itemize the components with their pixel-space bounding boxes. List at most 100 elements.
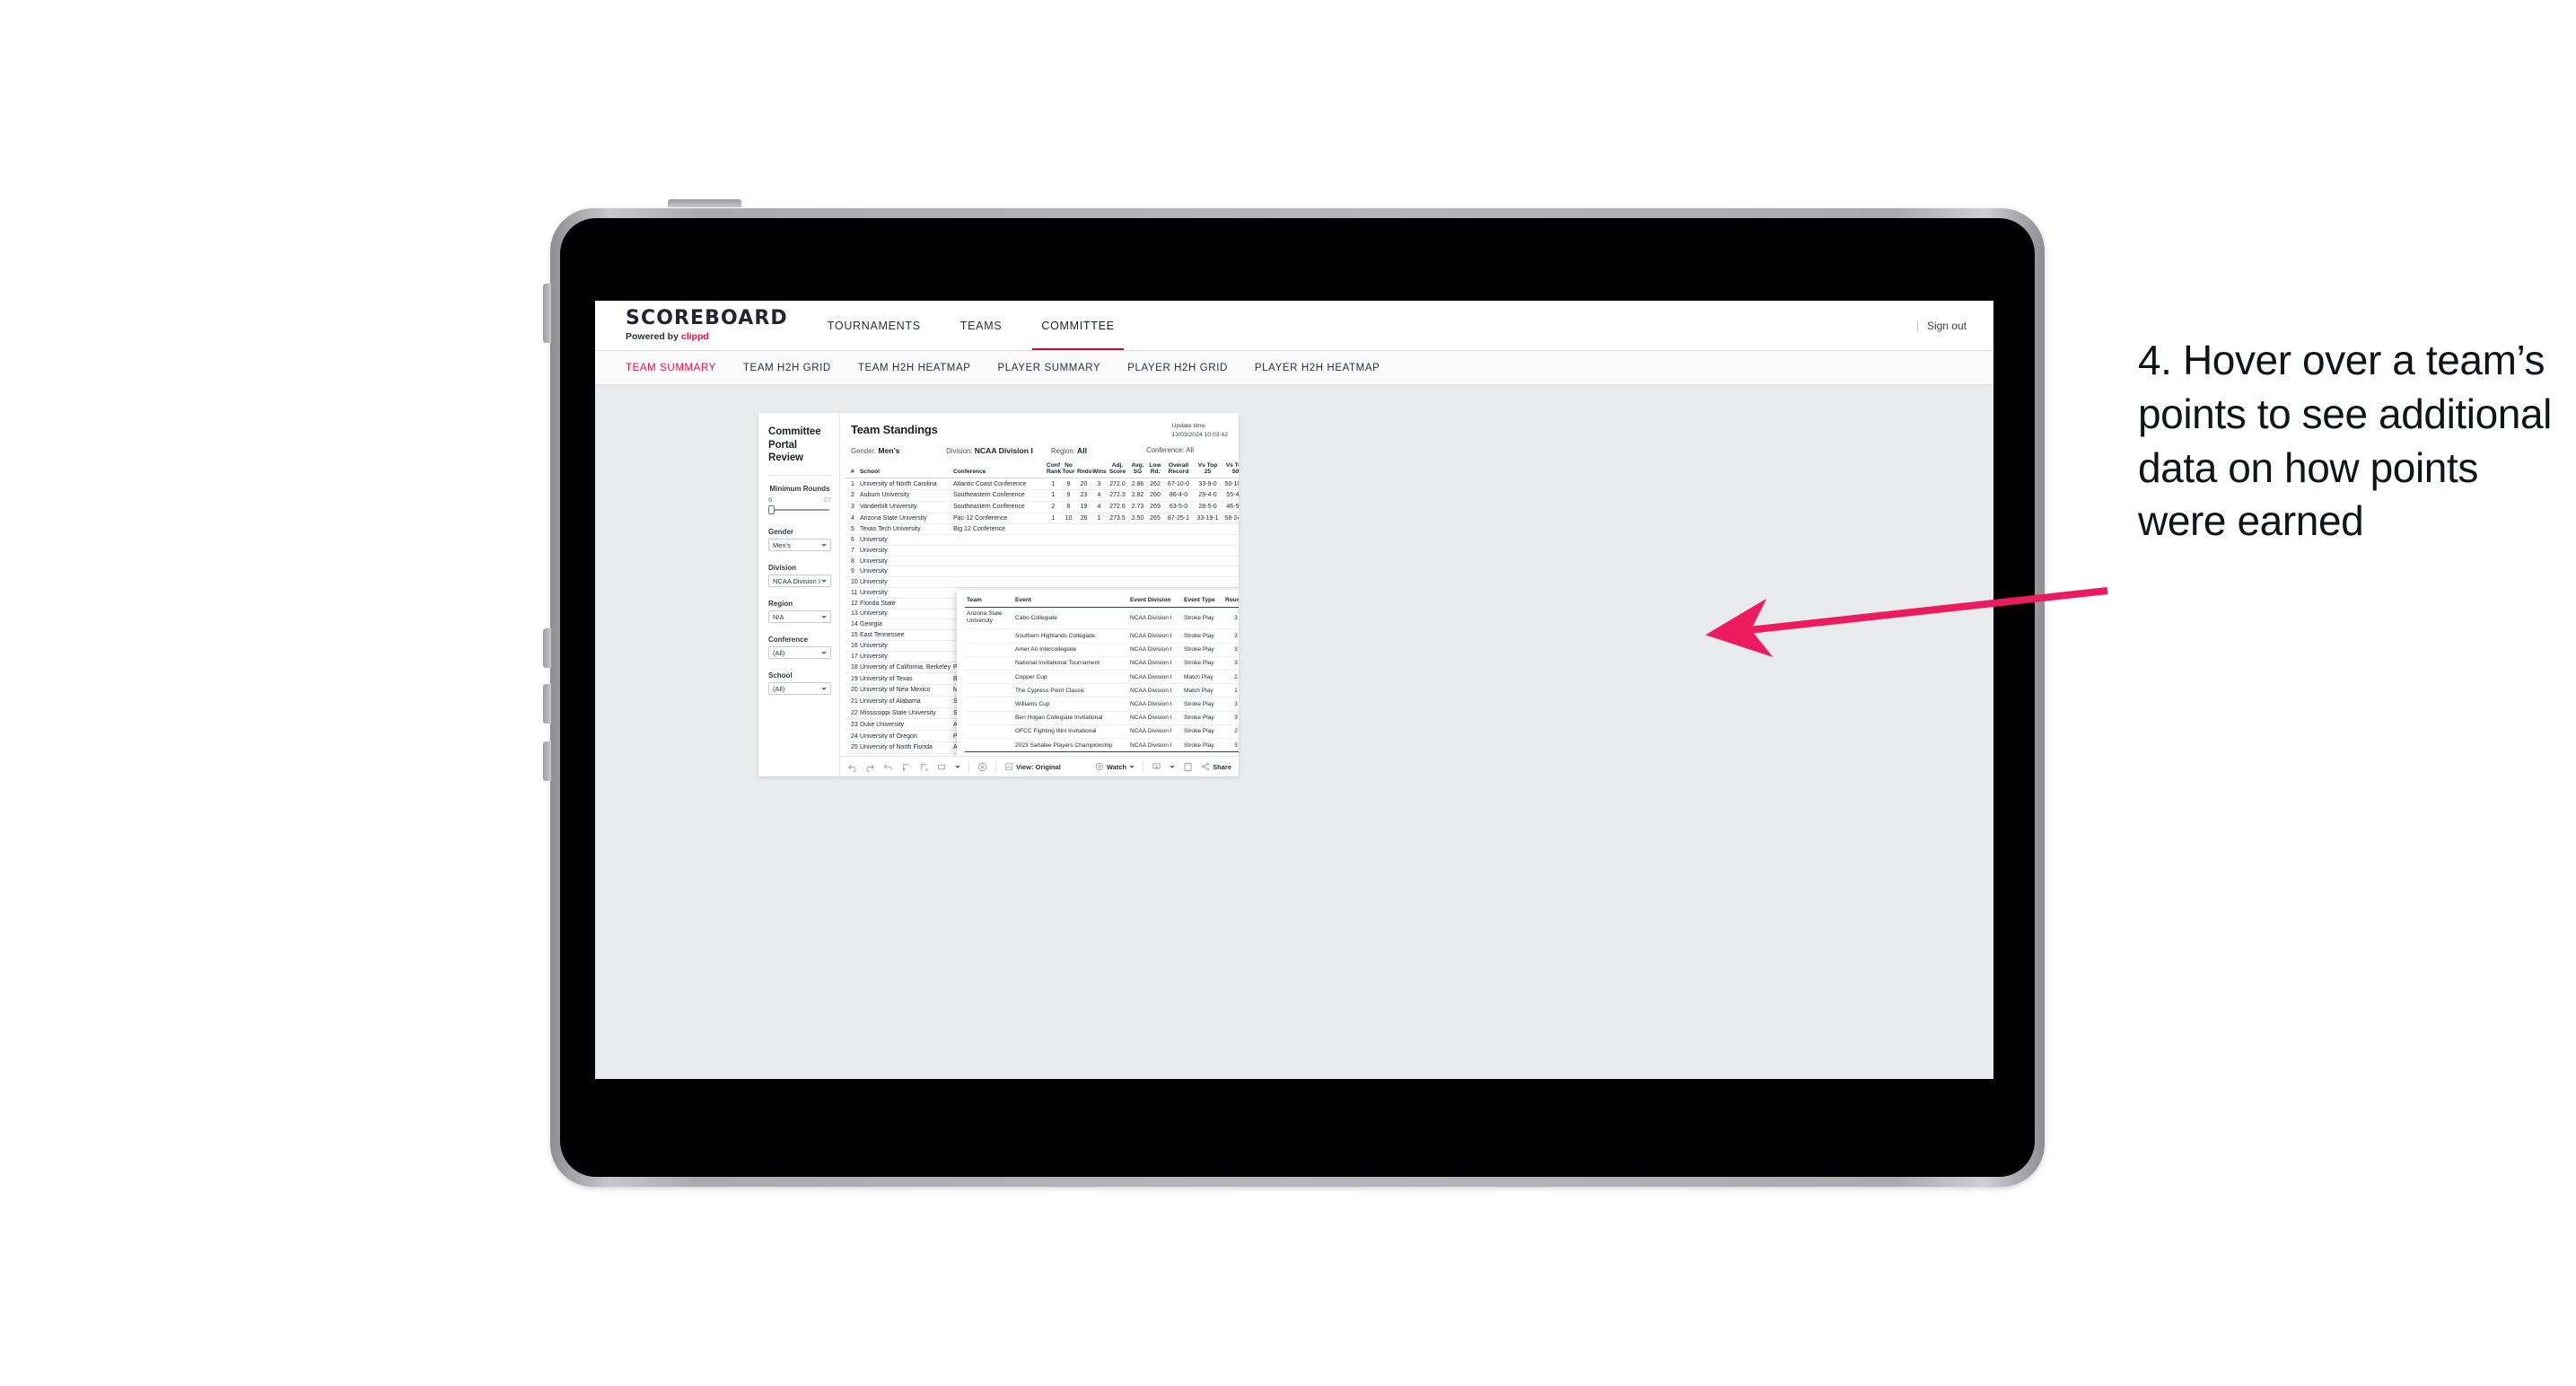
cell-wins [1091, 523, 1107, 536]
custom-view-chevron-down-icon[interactable] [955, 765, 960, 768]
table-row[interactable]: 6 University [846, 534, 1239, 546]
redo-icon[interactable] [865, 762, 875, 772]
cell-rank: 7 [846, 545, 859, 557]
cell-adj_score [1107, 556, 1128, 567]
col-rank[interactable]: # [846, 461, 859, 479]
cell-no_tour [1061, 523, 1076, 536]
tt-cell-rounds: 3 [1223, 711, 1239, 725]
cell-conf_rank [1046, 576, 1061, 589]
cell-school: Florida State [859, 598, 952, 610]
cell-rank: 13 [846, 609, 859, 620]
col-vs-top-25[interactable]: Vs Top 25 [1194, 461, 1222, 479]
tt-cell-team [965, 683, 1013, 698]
col-adj-score[interactable]: Adj. Score [1107, 461, 1128, 479]
tab-player-summary[interactable]: PLAYER SUMMARY [998, 363, 1101, 373]
cell-conference: Big 12 Conference [952, 523, 1046, 536]
tt-cell-event_type: Match Play [1182, 670, 1223, 685]
col-conf-rank[interactable]: Conf Rank [1046, 461, 1061, 479]
cell-school: Texas Tech University [859, 523, 952, 536]
tt-cell-rounds: 3 [1223, 656, 1239, 671]
fullscreen-icon[interactable] [1183, 762, 1193, 772]
tt-cell-event_type: Stroke Play [1182, 628, 1223, 644]
pause-auto-update-icon[interactable] [919, 762, 929, 772]
table-row[interactable]: 7 University [846, 545, 1239, 557]
brand-logo[interactable]: SCOREBOARD Powered by clippd [595, 301, 808, 350]
nav-item-teams[interactable]: TEAMS [941, 301, 1022, 350]
filter-conference-select[interactable]: (All) [768, 646, 831, 660]
table-row[interactable]: 2 Auburn University Southeastern Conferenc… [846, 489, 1239, 502]
min-rounds-slider[interactable] [768, 504, 831, 515]
tab-player-h2h-grid[interactable]: PLAYER H2H GRID [1127, 363, 1228, 373]
col-overall-record[interactable]: Overall Record [1163, 461, 1194, 479]
cell-rank: 10 [846, 576, 859, 589]
undo-icon[interactable] [847, 762, 857, 772]
filter-region-select[interactable]: N/A [768, 610, 831, 624]
col-school[interactable]: School [859, 461, 952, 479]
tt-cell-event_division: NCAA Division I [1128, 738, 1182, 753]
slider-handle[interactable] [768, 505, 775, 515]
custom-view-icon[interactable] [937, 762, 947, 772]
tab-player-h2h-heatmap[interactable]: PLAYER H2H HEATMAP [1255, 363, 1380, 373]
cell-vs_top_25 [1194, 556, 1222, 567]
volume-button-3[interactable] [543, 684, 551, 724]
cell-rank: 1 [846, 478, 859, 490]
clear-filter-icon[interactable] [977, 762, 987, 772]
table-row[interactable]: 4 Arizona State University Pac-12 Conferen… [846, 513, 1239, 525]
volume-button-4[interactable] [543, 741, 551, 781]
cell-vs_top_25 [1194, 576, 1222, 589]
cell-avg_sg [1128, 534, 1147, 546]
update-time-value: 13/03/2024 10:03:42 [1171, 431, 1228, 438]
tab-team-h2h-heatmap[interactable]: TEAM H2H HEATMAP [858, 363, 971, 373]
cell-rank: 14 [846, 618, 859, 631]
tt-col-event: Event [1013, 595, 1128, 608]
cell-adj_score [1107, 545, 1128, 557]
revert-icon[interactable] [883, 762, 893, 772]
download-icon[interactable] [1152, 762, 1161, 772]
col-conference[interactable]: Conference [952, 461, 1046, 479]
table-row[interactable]: 9 University [846, 566, 1239, 578]
cell-low_rd [1147, 576, 1163, 589]
view-original-button[interactable]: View: Original [1004, 762, 1061, 771]
sidebar-title: Committee Portal Review [768, 425, 831, 465]
table-row[interactable]: 5 Texas Tech University Big 12 Conference [846, 523, 1239, 536]
cell-school: Duke University [859, 718, 952, 732]
volume-button-1[interactable] [543, 284, 551, 343]
volume-button-2[interactable] [543, 628, 551, 668]
power-button[interactable] [668, 199, 741, 207]
col-rnds[interactable]: Rnds [1076, 461, 1091, 479]
download-chevron-down-icon[interactable] [1170, 765, 1176, 768]
cell-rnds [1076, 566, 1091, 578]
cell-conference: Atlantic Coast Conference [952, 478, 1046, 490]
cell-vs_top_50 [1222, 534, 1239, 546]
nav-item-tournaments[interactable]: TOURNAMENTS [808, 301, 941, 350]
col-low-rd[interactable]: Low Rd. [1147, 461, 1163, 479]
cell-no_tour [1061, 576, 1076, 589]
filter-gender-select[interactable]: Men’s [768, 539, 831, 552]
filter-school-select[interactable]: (All) [768, 682, 831, 696]
nav-item-committee[interactable]: COMMITTEE [1021, 301, 1134, 350]
tab-team-summary[interactable]: TEAM SUMMARY [626, 363, 716, 373]
cell-rank: 16 [846, 640, 859, 652]
watch-icon [1095, 762, 1104, 771]
watch-button[interactable]: Watch [1095, 762, 1135, 771]
share-button[interactable]: Share [1201, 762, 1231, 771]
tab-team-h2h-grid[interactable]: TEAM H2H GRID [743, 363, 831, 373]
col-wins[interactable]: Wins [1091, 461, 1107, 479]
cell-avg_sg [1128, 576, 1147, 589]
standings-table-wrap[interactable]: # School Conference Conf Rank No Tour Rn… [840, 461, 1239, 756]
table-row[interactable]: 1 University of North Carolina Atlantic Co… [846, 478, 1239, 490]
filter-division-select[interactable]: NCAA Division I [768, 575, 831, 588]
table-row[interactable]: 8 University [846, 556, 1239, 567]
table-row[interactable]: 3 Vanderbilt University Southeastern Confe… [846, 501, 1239, 513]
col-vs-top-50[interactable]: Vs Top 50 [1222, 461, 1239, 479]
filter-gender-value: Men’s [773, 540, 791, 549]
table-row[interactable]: 10 University [846, 576, 1239, 589]
col-no-tour[interactable]: No Tour [1061, 461, 1076, 479]
col-avg-sg[interactable]: Avg. SG [1128, 461, 1147, 479]
cell-low_rd [1147, 534, 1163, 546]
refresh-data-icon[interactable] [901, 762, 911, 772]
points-breakdown-tooltip: Team Event Event Division Event Type Rou… [957, 590, 1239, 756]
sign-out-link[interactable]: Sign out [1927, 320, 1967, 332]
cell-rank: 4 [846, 513, 859, 525]
tt-cell-event: Southern Highlands Collegiate [1013, 628, 1128, 644]
